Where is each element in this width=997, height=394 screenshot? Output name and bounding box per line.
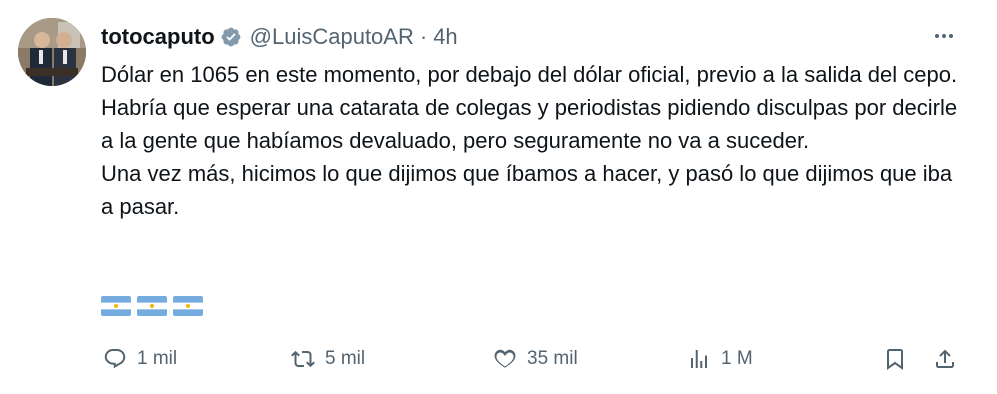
argentina-flag-icon <box>101 296 131 316</box>
views-button[interactable]: 1 M <box>687 344 753 374</box>
timestamp[interactable]: 4h <box>433 24 457 50</box>
like-button[interactable]: 35 mil <box>493 344 578 374</box>
tweet-text: Dólar en 1065 en este momento, por debaj… <box>101 58 961 223</box>
separator-dot: · <box>419 24 428 49</box>
tweet-paragraph: Dólar en 1065 en este momento, por debaj… <box>101 62 958 87</box>
avatar[interactable] <box>18 18 86 86</box>
heart-icon <box>494 349 516 368</box>
tweet-paragraph: Una vez más, hicimos lo que dijimos que … <box>101 161 953 219</box>
views-count: 1 M <box>721 348 753 369</box>
retweet-icon <box>291 350 315 368</box>
emoji-row <box>101 296 203 316</box>
bookmark-button[interactable] <box>883 344 907 374</box>
tweet-paragraph: Habría que esperar una catarata de coleg… <box>101 95 958 153</box>
more-options-button[interactable] <box>929 22 959 50</box>
views-chart-icon <box>691 350 707 368</box>
share-button[interactable] <box>933 344 957 374</box>
like-count: 35 mil <box>527 348 578 369</box>
reply-button[interactable]: 1 mil <box>103 344 177 374</box>
handle[interactable]: @LuisCaputoAR <box>250 24 414 50</box>
reply-count: 1 mil <box>137 348 178 369</box>
retweet-count: 5 mil <box>325 348 366 369</box>
retweet-button[interactable]: 5 mil <box>291 344 365 374</box>
display-name[interactable]: totocaputo <box>101 24 215 50</box>
share-icon <box>936 349 954 368</box>
bookmark-icon <box>887 349 903 370</box>
argentina-flag-icon <box>137 296 167 316</box>
verified-badge-icon[interactable] <box>220 26 242 48</box>
action-bar: 1 mil 5 mil 35 mil 1 M <box>101 344 963 374</box>
argentina-flag-icon <box>173 296 203 316</box>
more-dots-icon <box>935 34 953 38</box>
avatar-photo <box>18 18 86 86</box>
reply-icon <box>104 349 126 369</box>
tweet-header: totocaputo @LuisCaputoAR · 4h <box>101 22 458 52</box>
